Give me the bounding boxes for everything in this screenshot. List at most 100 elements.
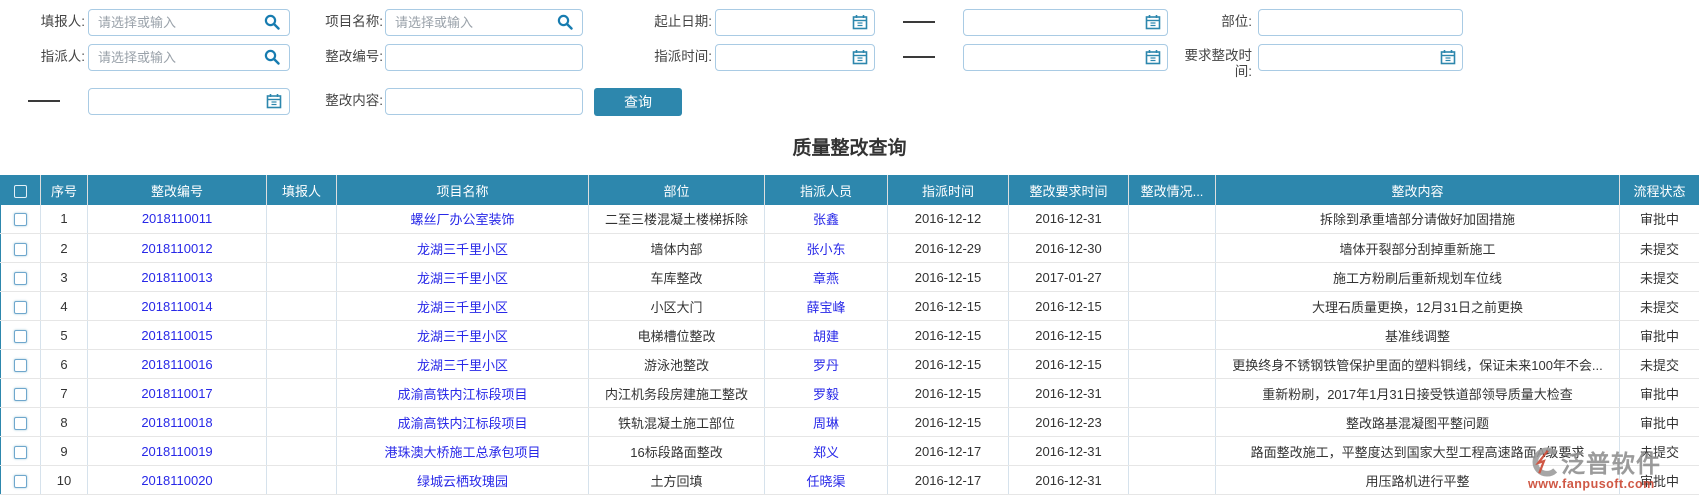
part-cell: 16标段路面整改 bbox=[589, 437, 765, 466]
assign-time-end-input[interactable] bbox=[963, 44, 1168, 71]
calendar-icon[interactable] bbox=[1145, 14, 1161, 30]
seq-cell: 8 bbox=[41, 408, 88, 437]
seq-cell: 10 bbox=[41, 466, 88, 495]
calendar-icon[interactable] bbox=[1145, 49, 1161, 65]
rect-code-link[interactable]: 2018110011 bbox=[142, 211, 212, 226]
rect-code-link[interactable]: 2018110020 bbox=[141, 473, 212, 488]
row-checkbox[interactable] bbox=[14, 475, 27, 488]
assignee-link[interactable]: 罗毅 bbox=[813, 387, 839, 402]
col-part: 部位 bbox=[589, 176, 765, 205]
situation-cell bbox=[1129, 205, 1216, 234]
situation-cell bbox=[1129, 408, 1216, 437]
calendar-icon[interactable] bbox=[1440, 49, 1456, 65]
table-row: 8 2018110018 成渝高铁内江标段项目 铁轨混凝土施工部位 周琳 2016-12-… bbox=[1, 408, 1699, 437]
filler-cell bbox=[267, 379, 337, 408]
rect-content-input[interactable] bbox=[385, 88, 583, 115]
rect-code-link[interactable]: 2018110012 bbox=[141, 241, 212, 256]
situation-cell bbox=[1129, 379, 1216, 408]
col-require-time: 整改要求时间 bbox=[1009, 176, 1129, 205]
table-row: 102018110020绿城云栖玫瑰园土方回填任晓渠2016-12-172016… bbox=[1, 466, 1699, 495]
col-status: 流程状态 bbox=[1620, 176, 1699, 205]
seq-cell: 2 bbox=[41, 234, 88, 263]
assignee-link[interactable]: 张小东 bbox=[806, 242, 845, 257]
row-checkbox[interactable] bbox=[14, 359, 27, 372]
assignee-link[interactable]: 郑义 bbox=[813, 445, 839, 460]
project-name-link[interactable]: 成渝高铁内江标段项目 bbox=[397, 416, 527, 431]
assigner-input[interactable] bbox=[88, 44, 290, 71]
assign-time-cell: 2016-12-15 bbox=[888, 292, 1009, 321]
filler-cell bbox=[267, 466, 337, 495]
project-name-link[interactable]: 龙湖三千里小区 bbox=[417, 271, 508, 286]
rect-code-link[interactable]: 2018110019 bbox=[141, 444, 212, 459]
query-button[interactable]: 查询 bbox=[594, 88, 682, 116]
col-situation: 整改情况... bbox=[1129, 176, 1216, 205]
require-rect-time-input[interactable] bbox=[1258, 44, 1463, 71]
rect-code-link[interactable]: 2018110017 bbox=[141, 386, 212, 401]
date-extra-input[interactable] bbox=[88, 88, 290, 115]
project-name-link[interactable]: 绿城云栖玫瑰园 bbox=[417, 474, 508, 489]
project-name-link[interactable]: 龙湖三千里小区 bbox=[417, 242, 508, 257]
project-name-input[interactable] bbox=[385, 9, 583, 36]
part-cell: 电梯槽位整改 bbox=[589, 321, 765, 350]
row-checkbox[interactable] bbox=[14, 330, 27, 343]
calendar-icon[interactable] bbox=[266, 93, 282, 109]
rect-code-link[interactable]: 2018110014 bbox=[141, 299, 212, 314]
situation-cell bbox=[1129, 466, 1216, 495]
select-all-checkbox[interactable] bbox=[14, 185, 27, 198]
content-cell: 用压路机进行平整 bbox=[1216, 466, 1620, 495]
rect-code-link[interactable]: 2018110013 bbox=[141, 270, 212, 285]
col-rect-code: 整改编号 bbox=[88, 176, 267, 205]
row-checkbox[interactable] bbox=[14, 446, 27, 459]
assign-time-start-input[interactable] bbox=[715, 44, 875, 71]
seq-cell: 4 bbox=[41, 292, 88, 321]
table-row: 52018110015龙湖三千里小区电梯槽位整改胡建2016-12-152016… bbox=[1, 321, 1699, 350]
assignee-link[interactable]: 胡建 bbox=[813, 329, 839, 344]
search-icon[interactable] bbox=[264, 14, 280, 30]
status-cell: 未提交 bbox=[1620, 437, 1699, 466]
date-range-end-input[interactable] bbox=[963, 9, 1168, 36]
date-range-start-input[interactable] bbox=[715, 9, 875, 36]
row-checkbox[interactable] bbox=[14, 301, 27, 314]
require-time-cell: 2016-12-30 bbox=[1009, 234, 1129, 263]
assignee-link[interactable]: 周琳 bbox=[813, 416, 839, 431]
part-cell: 铁轨混凝土施工部位 bbox=[589, 408, 765, 437]
content-cell: 基准线调整 bbox=[1216, 321, 1620, 350]
rect-code-link[interactable]: 2018110016 bbox=[141, 357, 212, 372]
assigner-label: 指派人: bbox=[0, 44, 85, 70]
row-checkbox[interactable] bbox=[14, 417, 27, 430]
project-name-link[interactable]: 螺丝厂办公室装饰 bbox=[410, 212, 514, 227]
table-row: 42018110014龙湖三千里小区小区大门薛宝峰2016-12-152016-… bbox=[1, 292, 1699, 321]
row-checkbox[interactable] bbox=[14, 213, 27, 226]
rect-code-input[interactable] bbox=[385, 44, 583, 71]
part-cell: 游泳池整改 bbox=[589, 350, 765, 379]
assignee-link[interactable]: 任晓渠 bbox=[806, 474, 845, 489]
assign-time-label: 指派时间: bbox=[590, 44, 712, 70]
status-cell: 未提交 bbox=[1620, 292, 1699, 321]
row-checkbox[interactable] bbox=[14, 388, 27, 401]
assignee-link[interactable]: 张鑫 bbox=[813, 212, 839, 227]
calendar-icon[interactable] bbox=[852, 14, 868, 30]
filler-input[interactable] bbox=[88, 9, 290, 36]
assignee-link[interactable]: 章燕 bbox=[813, 271, 839, 286]
assignee-link[interactable]: 薛宝峰 bbox=[806, 300, 845, 315]
project-name-link[interactable]: 港珠澳大桥施工总承包项目 bbox=[384, 445, 540, 460]
row-checkbox[interactable] bbox=[14, 243, 27, 256]
search-icon[interactable] bbox=[264, 49, 280, 65]
filler-cell bbox=[267, 321, 337, 350]
filler-cell bbox=[267, 263, 337, 292]
project-name-link[interactable]: 龙湖三千里小区 bbox=[417, 329, 508, 344]
search-icon[interactable] bbox=[557, 14, 573, 30]
part-cell: 小区大门 bbox=[589, 292, 765, 321]
calendar-icon[interactable] bbox=[852, 49, 868, 65]
content-cell: 墙体开裂部分刮掉重新施工 bbox=[1216, 234, 1620, 263]
rect-code-link[interactable]: 2018110018 bbox=[141, 415, 212, 430]
part-input[interactable] bbox=[1258, 9, 1463, 36]
rect-code-link[interactable]: 2018110015 bbox=[141, 328, 212, 343]
project-name-link[interactable]: 龙湖三千里小区 bbox=[417, 300, 508, 315]
require-time-cell: 2016-12-23 bbox=[1009, 408, 1129, 437]
filler-cell bbox=[267, 292, 337, 321]
row-checkbox[interactable] bbox=[14, 272, 27, 285]
project-name-link[interactable]: 龙湖三千里小区 bbox=[417, 358, 508, 373]
project-name-link[interactable]: 成渝高铁内江标段项目 bbox=[397, 387, 527, 402]
assignee-link[interactable]: 罗丹 bbox=[813, 358, 839, 373]
